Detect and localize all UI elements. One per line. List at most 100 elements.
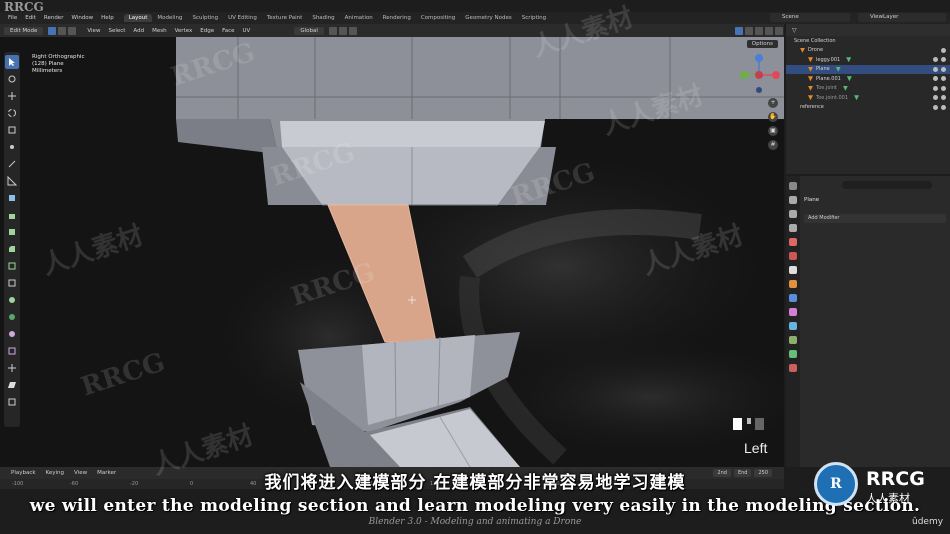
camera-icon[interactable] bbox=[941, 85, 946, 91]
shear-tool-icon[interactable] bbox=[5, 378, 19, 392]
bevel-tool-icon[interactable] bbox=[5, 242, 19, 256]
overlay-icon[interactable] bbox=[735, 26, 743, 35]
menu-file[interactable]: File bbox=[4, 15, 21, 21]
outliner-row-selected[interactable]: Plane bbox=[786, 64, 950, 74]
camera-icon[interactable] bbox=[941, 95, 946, 101]
inset-tool-icon[interactable] bbox=[5, 225, 19, 239]
face-select-icon[interactable] bbox=[68, 26, 77, 35]
world-tab-icon[interactable] bbox=[789, 252, 797, 260]
menu-uv[interactable]: UV bbox=[239, 28, 255, 34]
physics-tab-icon[interactable] bbox=[789, 322, 797, 330]
vertex-select-icon[interactable] bbox=[48, 26, 57, 35]
extrude-tool-icon[interactable] bbox=[5, 208, 19, 222]
outliner-row[interactable]: leggy.001 bbox=[786, 55, 950, 65]
outliner-row[interactable]: Plane.001 bbox=[786, 74, 950, 84]
object-tab-icon[interactable] bbox=[789, 280, 797, 288]
modifier-tab-icon[interactable] bbox=[789, 294, 797, 302]
transform-tool-icon[interactable] bbox=[5, 140, 19, 154]
smooth-tool-icon[interactable] bbox=[5, 327, 19, 341]
tab-scripting[interactable]: Scripting bbox=[517, 14, 551, 22]
camera-icon[interactable] bbox=[941, 66, 946, 72]
menu-window[interactable]: Window bbox=[67, 15, 97, 21]
collection-tab-icon[interactable] bbox=[789, 266, 797, 274]
menu-help[interactable]: Help bbox=[97, 15, 118, 21]
select-tool-icon[interactable] bbox=[5, 55, 19, 69]
view-layer-selector[interactable]: ViewLayer bbox=[858, 13, 946, 22]
scene-tab-icon[interactable] bbox=[789, 238, 797, 246]
tab-shading[interactable]: Shading bbox=[307, 14, 339, 22]
zoom-icon[interactable]: + bbox=[768, 98, 778, 108]
tab-animation[interactable]: Animation bbox=[340, 14, 378, 22]
eye-closed-icon[interactable] bbox=[933, 95, 938, 101]
menu-face[interactable]: Face bbox=[218, 28, 238, 34]
poly-build-tool-icon[interactable] bbox=[5, 293, 19, 307]
render-tab-icon[interactable] bbox=[789, 196, 797, 204]
options-button[interactable]: Options bbox=[746, 39, 778, 48]
outliner-row[interactable]: Drone bbox=[786, 46, 950, 56]
material-tab-icon[interactable] bbox=[789, 364, 797, 372]
eye-icon[interactable] bbox=[933, 104, 938, 110]
tab-rendering[interactable]: Rendering bbox=[378, 14, 416, 22]
annotate-tool-icon[interactable] bbox=[5, 157, 19, 171]
shading-rendered-icon[interactable] bbox=[775, 26, 783, 35]
shading-solid-icon[interactable] bbox=[755, 26, 763, 35]
add-modifier-button[interactable]: Add Modifier bbox=[804, 214, 946, 223]
menu-edge[interactable]: Edge bbox=[196, 28, 218, 34]
menu-add[interactable]: Add bbox=[129, 28, 148, 34]
tab-sculpting[interactable]: Sculpting bbox=[187, 14, 223, 22]
particles-tab-icon[interactable] bbox=[789, 308, 797, 316]
camera-icon[interactable]: ▣ bbox=[768, 126, 778, 136]
outliner-row[interactable]: Toe.joint bbox=[786, 84, 950, 94]
eye-icon[interactable] bbox=[933, 76, 938, 82]
cursor-tool-icon[interactable] bbox=[5, 72, 19, 86]
spin-tool-icon[interactable] bbox=[5, 310, 19, 324]
eye-icon[interactable] bbox=[933, 57, 938, 63]
grid-icon[interactable]: # bbox=[768, 140, 778, 150]
scene-selector[interactable]: Scene bbox=[770, 13, 850, 22]
pan-hand-icon[interactable]: ✋ bbox=[768, 112, 778, 122]
proportional-edit-icon[interactable] bbox=[348, 26, 357, 35]
menu-vertex[interactable]: Vertex bbox=[171, 28, 197, 34]
menu-mesh[interactable]: Mesh bbox=[148, 28, 170, 34]
eye-icon[interactable] bbox=[933, 66, 938, 72]
menu-edit[interactable]: Edit bbox=[21, 15, 40, 21]
output-tab-icon[interactable] bbox=[789, 210, 797, 218]
tab-texture-paint[interactable]: Texture Paint bbox=[262, 14, 308, 22]
add-cube-tool-icon[interactable] bbox=[5, 191, 19, 205]
properties-search-input[interactable] bbox=[842, 181, 932, 189]
pivot-icon[interactable] bbox=[328, 26, 337, 35]
outliner-row[interactable]: reference bbox=[786, 103, 950, 113]
mode-selector[interactable]: Edit Mode bbox=[4, 26, 44, 35]
measure-tool-icon[interactable] bbox=[5, 174, 19, 188]
menu-select[interactable]: Select bbox=[104, 28, 129, 34]
tab-layout[interactable]: Layout bbox=[123, 14, 153, 22]
camera-icon[interactable] bbox=[941, 104, 946, 110]
camera-icon[interactable] bbox=[941, 76, 946, 82]
constraints-tab-icon[interactable] bbox=[789, 336, 797, 344]
tab-compositing[interactable]: Compositing bbox=[416, 14, 460, 22]
move-tool-icon[interactable] bbox=[5, 89, 19, 103]
tool-tab-icon[interactable] bbox=[789, 182, 797, 190]
view-layer-tab-icon[interactable] bbox=[789, 224, 797, 232]
tab-uv-editing[interactable]: UV Editing bbox=[223, 14, 262, 22]
edge-select-icon[interactable] bbox=[58, 26, 67, 35]
menu-view[interactable]: View bbox=[83, 28, 104, 34]
xray-icon[interactable] bbox=[745, 26, 753, 35]
shading-material-icon[interactable] bbox=[765, 26, 773, 35]
navigation-gizmo[interactable] bbox=[736, 52, 782, 98]
tab-geometry-nodes[interactable]: Geometry Nodes bbox=[460, 14, 516, 22]
rip-tool-icon[interactable] bbox=[5, 395, 19, 409]
checkbox-icon[interactable] bbox=[941, 47, 946, 53]
shrink-tool-icon[interactable] bbox=[5, 361, 19, 375]
transform-orientation[interactable]: Global bbox=[294, 26, 324, 35]
loop-cut-tool-icon[interactable] bbox=[5, 259, 19, 273]
eye-closed-icon[interactable] bbox=[933, 85, 938, 91]
snap-icon[interactable] bbox=[338, 26, 347, 35]
data-tab-icon[interactable] bbox=[789, 350, 797, 358]
outliner-row[interactable]: Toe.joint.001 bbox=[786, 93, 950, 103]
outliner-row[interactable]: Scene Collection bbox=[786, 36, 950, 46]
scale-tool-icon[interactable] bbox=[5, 123, 19, 137]
edge-slide-tool-icon[interactable] bbox=[5, 344, 19, 358]
rotate-tool-icon[interactable] bbox=[5, 106, 19, 120]
menu-render[interactable]: Render bbox=[40, 15, 68, 21]
